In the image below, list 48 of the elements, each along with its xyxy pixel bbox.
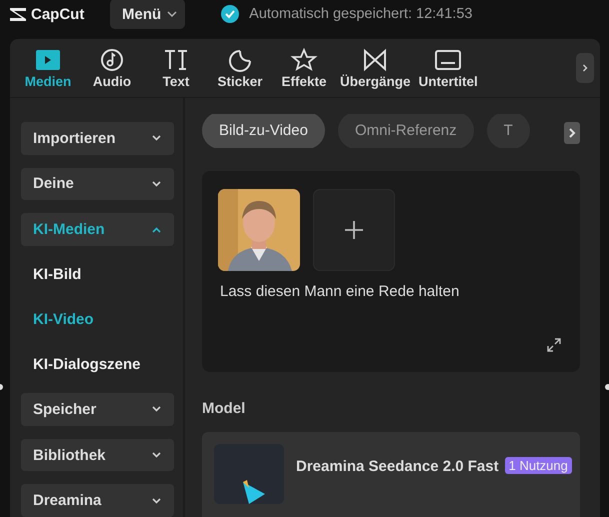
sidebar-group[interactable]: Deine: [21, 168, 174, 200]
tab[interactable]: Audio: [80, 48, 144, 88]
chevron-down-icon: [152, 452, 161, 458]
model-name: Dreamina Seedance 2.0 Fast: [296, 458, 499, 475]
model-selector[interactable]: Dreamina Seedance 2.0 Fast 1 Nutzung: [202, 432, 580, 517]
expand-icon[interactable]: [546, 336, 562, 353]
autosave-status: Automatisch gespeichert: 12:41:53: [249, 6, 472, 22]
model-logo-icon: [214, 444, 284, 504]
mode-tab[interactable]: Omni-Referenz: [338, 114, 474, 148]
tab[interactable]: Untertitel: [414, 48, 482, 88]
logo-icon: [8, 6, 28, 22]
tab[interactable]: Effekte: [272, 48, 336, 88]
chevron-down-icon: [152, 406, 161, 412]
section-heading: Model: [202, 400, 246, 417]
prompt-field[interactable]: Lass diesen Mann eine Rede halten: [218, 278, 564, 304]
sidebar-item[interactable]: KI-Video: [21, 304, 183, 336]
chevron-up-icon: [152, 226, 161, 233]
music-note-icon: [98, 48, 126, 72]
tab[interactable]: Sticker: [208, 48, 272, 88]
sidebar-item[interactable]: KI-Dialogszene: [21, 348, 183, 380]
sidebar-item[interactable]: KI-Bild: [21, 258, 183, 291]
plus-icon: [344, 220, 364, 240]
sidebar-group[interactable]: KI-Medien: [21, 213, 174, 246]
chevron-right-icon: [582, 62, 588, 74]
tab[interactable]: Übergänge: [336, 48, 415, 88]
menu-button[interactable]: Menü: [110, 0, 186, 29]
check-icon: [221, 5, 240, 23]
sidebar-group[interactable]: Bibliothek: [21, 438, 174, 472]
sidebar-group[interactable]: Speicher: [21, 393, 174, 426]
caret-icon: [167, 11, 178, 17]
mode-tab[interactable]: T: [486, 114, 530, 148]
chevron-right-icon: [568, 127, 576, 139]
tab[interactable]: Text: [144, 48, 208, 88]
sidebar-group[interactable]: Importieren: [21, 122, 174, 155]
usage-badge: 1 Nutzung: [504, 456, 572, 474]
mode-tab[interactable]: Bild-zu-Video: [202, 114, 325, 148]
subtitles-icon: [434, 48, 462, 72]
text-icon: [162, 48, 190, 72]
play-icon: [34, 48, 62, 72]
sticker-icon: [226, 48, 254, 72]
app-logo: CapCut: [31, 6, 84, 22]
chevron-down-icon: [152, 135, 161, 142]
star-icon: [290, 48, 318, 72]
scroll-right-button[interactable]: [564, 122, 580, 144]
sidebar-group[interactable]: Dreamina: [21, 484, 174, 517]
tab[interactable]: Medien: [16, 48, 80, 88]
chevron-down-icon: [152, 180, 161, 187]
chevron-down-icon: [152, 498, 161, 504]
